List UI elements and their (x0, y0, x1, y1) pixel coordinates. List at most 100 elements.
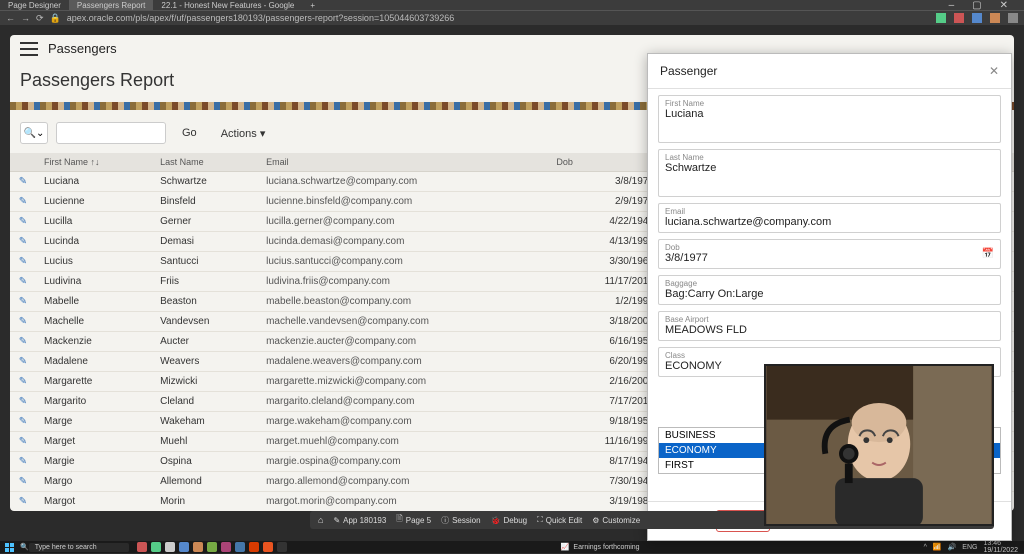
search-input[interactable] (56, 122, 166, 144)
baggage-field[interactable]: Baggage Bag:Carry On:Large (658, 275, 1001, 305)
edit-row-icon[interactable]: ✎ (19, 416, 27, 427)
edit-row-icon[interactable]: ✎ (19, 276, 27, 287)
windows-taskbar[interactable]: 🔍 Type here to search 📈Earnings forthcom… (0, 541, 1024, 553)
edit-row-icon[interactable]: ✎ (19, 296, 27, 307)
col-first-name[interactable]: First Name ↑↓ (36, 153, 152, 172)
edit-row-icon[interactable]: ✎ (19, 336, 27, 347)
extension-icon[interactable] (972, 13, 982, 23)
cell-email: machelle.vandevsen@company.com (258, 312, 548, 332)
col-last-name[interactable]: Last Name (152, 153, 258, 172)
tab-passengers-report[interactable]: Passengers Report (69, 0, 153, 10)
browser-tab-bar: Page Designer Passengers Report 22.1 - H… (0, 0, 1024, 10)
new-tab-button[interactable]: + (302, 0, 323, 10)
devbar-debug[interactable]: 🐞 Debug (491, 516, 528, 525)
edit-row-icon[interactable]: ✎ (19, 176, 27, 187)
cell-last-name: Friis (152, 272, 258, 292)
cell-email: margo.allemond@company.com (258, 472, 548, 492)
cell-last-name: Binsfeld (152, 192, 258, 212)
tray-volume-icon[interactable]: 🔊 (948, 543, 957, 551)
tray-chevron-icon[interactable]: ^ (924, 544, 927, 551)
cell-last-name: Santucci (152, 252, 258, 272)
base-airport-field[interactable]: Base Airport MEADOWS FLD (658, 311, 1001, 341)
edit-row-icon[interactable]: ✎ (19, 376, 27, 387)
devbar-quick-edit[interactable]: ⛶ Quick Edit (537, 515, 582, 525)
actions-button[interactable]: Actions ▾ (213, 124, 274, 143)
tab-honest-features[interactable]: 22.1 - Honest New Features - Google (153, 0, 302, 10)
back-button[interactable]: ← (6, 13, 15, 23)
tray-wifi-icon[interactable]: 📶 (933, 543, 942, 551)
edit-row-icon[interactable]: ✎ (19, 396, 27, 407)
extension-icon[interactable] (990, 13, 1000, 23)
close-icon[interactable]: ✕ (989, 64, 999, 78)
email-label: Email (659, 204, 1000, 216)
calendar-icon[interactable]: 📅 (982, 249, 994, 260)
edit-row-icon[interactable]: ✎ (19, 236, 27, 247)
taskbar-apps (137, 542, 287, 552)
class-label: Class (659, 348, 1000, 360)
taskbar-app-icon[interactable] (249, 542, 259, 552)
col-email[interactable]: Email (258, 153, 548, 172)
maximize-button[interactable]: ▢ (972, 0, 981, 11)
cell-email: marge.wakeham@company.com (258, 412, 548, 432)
news-chart-icon: 📈 (561, 543, 570, 551)
taskbar-app-icon[interactable] (207, 542, 217, 552)
extension-icon[interactable] (954, 13, 964, 23)
email-field[interactable]: Email luciana.schwartze@company.com (658, 203, 1001, 233)
last-name-field[interactable]: Last Name Schwartze (658, 149, 1001, 197)
first-name-field[interactable]: First Name Luciana (658, 95, 1001, 143)
lock-icon: 🔒 (50, 13, 61, 24)
browser-toolbar: ← → ⟳ 🔒 apex.oracle.com/pls/apex/f/uf/pa… (0, 10, 1024, 25)
taskbar-app-icon[interactable] (263, 542, 273, 552)
taskbar-app-icon[interactable] (151, 542, 161, 552)
hamburger-icon[interactable] (20, 42, 38, 56)
cell-last-name: Muehl (152, 432, 258, 452)
cell-last-name: Beaston (152, 292, 258, 312)
edit-row-icon[interactable]: ✎ (19, 456, 27, 467)
cell-last-name: Aucter (152, 332, 258, 352)
devbar-app[interactable]: ✎ App 180193 (333, 516, 386, 525)
extension-icon[interactable] (936, 13, 946, 23)
edit-row-icon[interactable]: ✎ (19, 256, 27, 267)
cell-first-name: Luciana (36, 172, 152, 192)
taskbar-app-icon[interactable] (277, 542, 287, 552)
devbar-page[interactable]: 🗎 Page 5 (396, 513, 431, 527)
cell-first-name: Margo (36, 472, 152, 492)
cell-first-name: Margot (36, 492, 152, 512)
reload-button[interactable]: ⟳ (36, 13, 44, 24)
taskbar-app-icon[interactable] (179, 542, 189, 552)
taskbar-app-icon[interactable] (137, 542, 147, 552)
edit-row-icon[interactable]: ✎ (19, 216, 27, 227)
devbar-customize[interactable]: ⚙ Customize (592, 516, 640, 525)
close-window-button[interactable]: ✕ (1000, 0, 1008, 11)
edit-row-icon[interactable]: ✎ (19, 196, 27, 207)
taskbar-search-input[interactable]: Type here to search (29, 543, 129, 552)
system-tray[interactable]: ^ 📶 🔊 ENG 13:4619/11/2022 (924, 540, 1024, 554)
edit-row-icon[interactable]: ✎ (19, 496, 27, 507)
edit-row-icon[interactable]: ✎ (19, 436, 27, 447)
extension-icon[interactable] (1008, 13, 1018, 23)
taskbar-app-icon[interactable] (221, 542, 231, 552)
page-title: Passengers (48, 41, 117, 56)
minimize-button[interactable]: – (949, 0, 955, 11)
cell-first-name: Machelle (36, 312, 152, 332)
edit-row-icon[interactable]: ✎ (19, 316, 27, 327)
tray-language[interactable]: ENG (962, 544, 977, 551)
taskbar-app-icon[interactable] (193, 542, 203, 552)
taskbar-app-icon[interactable] (235, 542, 245, 552)
edit-row-icon[interactable]: ✎ (19, 476, 27, 487)
edit-row-icon[interactable]: ✎ (19, 356, 27, 367)
tab-page-designer[interactable]: Page Designer (0, 0, 69, 10)
tray-time[interactable]: 13:4619/11/2022 (983, 540, 1018, 554)
go-button[interactable]: Go (174, 124, 205, 142)
cell-email: marget.muehl@company.com (258, 432, 548, 452)
taskbar-app-icon[interactable] (165, 542, 175, 552)
devbar-home-icon[interactable]: ⌂ (318, 515, 323, 525)
taskbar-news[interactable]: 📈Earnings forthcoming (561, 543, 640, 551)
search-dropdown-button[interactable]: 🔍⌄ (20, 122, 48, 144)
start-button[interactable] (4, 542, 16, 552)
forward-button[interactable]: → (21, 13, 30, 23)
devbar-session[interactable]: ⓘ Session (441, 515, 480, 526)
dob-field[interactable]: Dob 3/8/1977 📅 (658, 239, 1001, 269)
webcam-overlay (764, 364, 994, 526)
url-input[interactable]: apex.oracle.com/pls/apex/f/uf/passengers… (67, 13, 455, 23)
